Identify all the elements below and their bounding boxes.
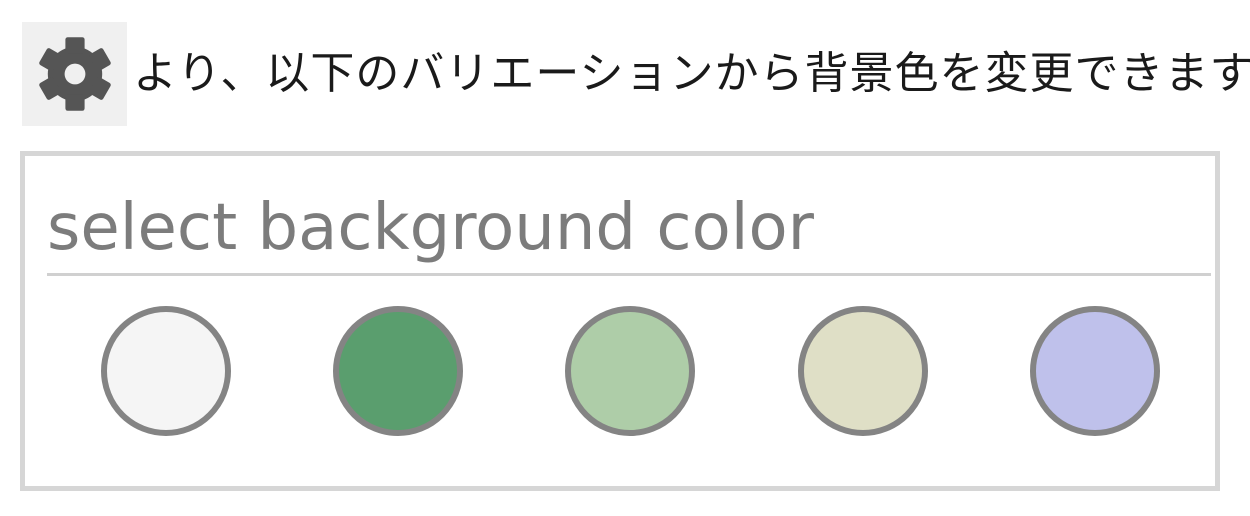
instruction-row: より、以下のバリエーションから背景色を変更できます。 [22, 22, 1250, 126]
swatch-green[interactable] [333, 306, 463, 436]
panel-divider [47, 273, 1211, 276]
swatch-lavender[interactable] [1030, 306, 1160, 436]
panel-title: select background color [47, 191, 814, 265]
settings-button[interactable] [22, 22, 127, 126]
instruction-text: より、以下のバリエーションから背景色を変更できます。 [133, 48, 1250, 99]
swatch-white[interactable] [101, 306, 231, 436]
background-color-panel: select background color [20, 151, 1220, 491]
swatch-row [25, 306, 1215, 436]
swatch-light-green[interactable] [565, 306, 695, 436]
gear-icon [38, 37, 111, 111]
page-root: より、以下のバリエーションから背景色を変更できます。 select backgr… [0, 0, 1250, 516]
swatch-beige[interactable] [798, 306, 928, 436]
